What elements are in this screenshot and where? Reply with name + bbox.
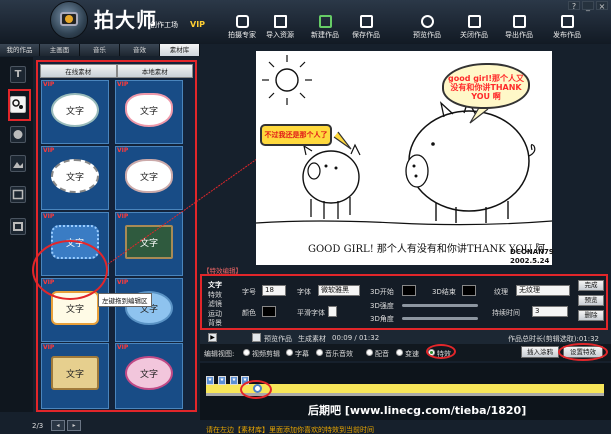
intensity-3d-label: 3D强度 bbox=[370, 302, 394, 310]
view-dub-label: 配音 bbox=[375, 350, 389, 358]
font-size-select[interactable]: 18 bbox=[262, 285, 286, 296]
keyframe-marker[interactable]: ★ bbox=[218, 376, 226, 385]
font-select[interactable]: 微软雅黑 bbox=[318, 285, 360, 296]
category-effect[interactable]: 特效 bbox=[208, 291, 228, 301]
speech-bubble-small[interactable]: 不过我还是那个人了 bbox=[260, 124, 332, 146]
view-subtitle-radio[interactable] bbox=[286, 349, 293, 356]
drawing-author: DCONAN79 bbox=[510, 248, 554, 256]
smooth-font-label: 平滑字体 bbox=[297, 309, 325, 317]
play-icon[interactable]: ▶ bbox=[208, 333, 217, 342]
end-3d-swatch[interactable] bbox=[462, 285, 476, 296]
start-3d-label: 3D开始 bbox=[370, 288, 394, 296]
current-time: 00:09 / 01:32 bbox=[332, 334, 380, 342]
status-hint: 请在左边【素材库】里面添加你喜欢的特效到当前时间 bbox=[206, 426, 374, 434]
duration-input[interactable]: 3 bbox=[532, 306, 568, 317]
set-effect-highlight bbox=[558, 343, 608, 361]
end-3d-label: 3D结束 bbox=[432, 288, 456, 296]
font-label: 字体 bbox=[297, 288, 311, 296]
effect-categories: 文字 特效 滤镜 运动 背景 bbox=[208, 281, 228, 329]
view-audio-label: 音乐音效 bbox=[325, 350, 353, 358]
view-video-label: 视频剪辑 bbox=[252, 350, 280, 358]
keyframe-marker[interactable]: ★ bbox=[206, 376, 214, 385]
effects-editor: 文字 特效 滤镜 运动 背景 字号 18 字体 微软雅黑 颜色 平滑字体 3D开… bbox=[200, 274, 608, 330]
effect-view-highlight bbox=[426, 344, 456, 359]
speech-bubble-large[interactable]: good girl!那个人又没有和你讲THANK YOU 啊 bbox=[442, 63, 530, 109]
preview-button[interactable]: 预览 bbox=[578, 295, 604, 306]
preview-work-icon[interactable] bbox=[252, 333, 261, 342]
intensity-3d-slider[interactable] bbox=[402, 304, 478, 307]
color-label: 颜色 bbox=[242, 309, 256, 317]
view-speed-radio[interactable] bbox=[396, 349, 403, 356]
insert-doodle-button[interactable]: 插入涂鸦 bbox=[521, 346, 559, 358]
edit-view-label: 编辑视图: bbox=[204, 350, 235, 358]
keyframe-marker[interactable]: ★ bbox=[230, 376, 238, 385]
delete-button[interactable]: 删除 bbox=[578, 310, 604, 321]
category-text[interactable]: 文字 bbox=[208, 281, 228, 291]
texture-select[interactable]: 无纹理 bbox=[516, 285, 570, 296]
preview-work-label[interactable]: 预览作品 bbox=[264, 334, 292, 344]
category-motion[interactable]: 运动 bbox=[208, 310, 228, 320]
drawing-signature: DCONAN79 2002.5.24 bbox=[510, 248, 554, 266]
start-3d-swatch[interactable] bbox=[402, 285, 416, 296]
view-speed-label: 变速 bbox=[405, 350, 419, 358]
category-filter[interactable]: 滤镜 bbox=[208, 300, 228, 310]
angle-3d-label: 3D角度 bbox=[370, 315, 394, 323]
preview-stage[interactable]: good girl!那个人又没有和你讲THANK YOU 啊 不过我还是那个人了… bbox=[255, 51, 554, 266]
timeline-highlight bbox=[240, 380, 272, 399]
texture-label: 纹理 bbox=[494, 288, 508, 296]
app-window: 拍大师 创作工场 VIP ? _ × 拍摄专家 导入资源 新建作品 保存作品 预… bbox=[0, 0, 611, 434]
generate-asset-label[interactable]: 生成素材 bbox=[298, 334, 326, 344]
done-button[interactable]: 完成 bbox=[578, 280, 604, 291]
view-subtitle-label: 字幕 bbox=[295, 350, 309, 358]
watermark: 后期吧 [www.linecg.com/tieba/1820] bbox=[308, 404, 527, 417]
angle-3d-slider[interactable] bbox=[402, 317, 478, 320]
font-size-label: 字号 bbox=[242, 288, 256, 296]
view-dub-radio[interactable] bbox=[366, 349, 373, 356]
duration-label: 持续时间 bbox=[492, 309, 520, 317]
view-audio-radio[interactable] bbox=[316, 349, 323, 356]
text-color-swatch[interactable] bbox=[262, 306, 276, 317]
drawing-date: 2002.5.24 bbox=[510, 257, 550, 265]
smooth-font-checkbox[interactable] bbox=[328, 306, 337, 317]
category-background[interactable]: 背景 bbox=[208, 319, 228, 329]
view-video-radio[interactable] bbox=[243, 349, 250, 356]
